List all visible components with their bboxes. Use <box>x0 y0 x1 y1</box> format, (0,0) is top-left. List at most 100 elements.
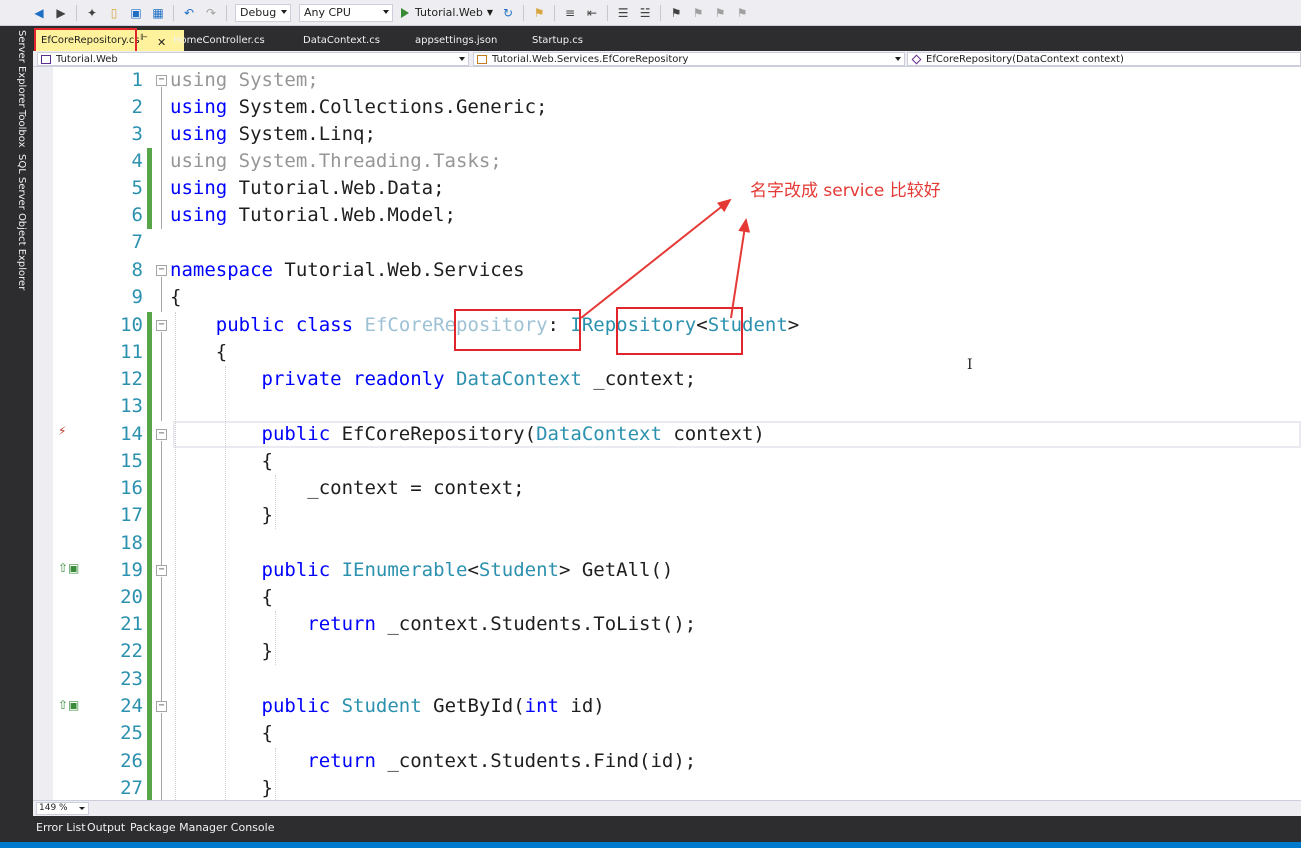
toolbar-separator <box>173 4 174 21</box>
uncomment-icon[interactable]: ☱ <box>637 5 653 21</box>
collapse-icon[interactable]: − <box>156 429 167 440</box>
line-number: 18 <box>120 532 143 554</box>
implements-interface-icon[interactable]: ⇧▣ <box>58 698 80 714</box>
platform-dropdown[interactable]: Any CPU <box>299 3 393 22</box>
run-button[interactable]: Tutorial.Web ▼ <box>401 6 493 19</box>
pin-icon[interactable]: ⊩ <box>140 33 148 43</box>
zoom-value: 149 % <box>39 803 68 813</box>
implements-interface-icon[interactable]: ⇧▣ <box>58 561 80 577</box>
type-value: Tutorial.Web.Services.EfCoreRepository <box>492 53 689 65</box>
code-line: { <box>170 586 273 608</box>
code-line: public EfCoreRepository(DataContext cont… <box>261 423 765 445</box>
clear-bookmarks-icon[interactable]: ⚑ <box>734 5 750 21</box>
collapse-icon[interactable]: − <box>156 265 167 276</box>
back-icon[interactable]: ◀ <box>31 5 47 21</box>
text-cursor-icon: I <box>967 357 973 373</box>
configuration-dropdown[interactable]: Debug <box>235 3 291 22</box>
line-number: 22 <box>120 640 143 662</box>
refresh-icon[interactable]: ↻ <box>500 5 516 21</box>
toolbar-separator <box>76 4 77 21</box>
save-icon[interactable]: ▣ <box>128 5 144 21</box>
code-line: } <box>170 777 273 799</box>
chevron-down-icon <box>895 57 901 61</box>
member-dropdown[interactable]: EfCoreRepository(DataContext context) <box>907 52 1301 66</box>
line-number: 12 <box>120 368 143 390</box>
line-number: 6 <box>131 204 143 226</box>
collapse-icon[interactable]: − <box>156 320 167 331</box>
server-explorer-tab[interactable]: Server Explorer <box>16 30 27 108</box>
project-dropdown[interactable]: Tutorial.Web <box>37 52 469 66</box>
project-value: Tutorial.Web <box>56 53 118 65</box>
save-all-icon[interactable]: ▦ <box>150 5 166 21</box>
comment-icon[interactable]: ☰ <box>615 5 631 21</box>
line-number: 10 <box>120 314 143 336</box>
member-value: EfCoreRepository(DataContext context) <box>926 53 1124 65</box>
tab-error-list[interactable]: Error List <box>36 821 86 834</box>
code-line: public Student GetById(int id) <box>261 695 605 717</box>
tab-datacontext[interactable]: DataContext.cs <box>297 30 386 51</box>
tab-appsettings[interactable]: appsettings.json <box>409 30 503 51</box>
annotation-note: 名字改成 service 比较好 <box>750 181 941 201</box>
tab-homecontroller[interactable]: HomeController.cs <box>167 30 271 51</box>
tab-startup[interactable]: Startup.cs <box>526 30 589 51</box>
fold-guide <box>161 577 162 701</box>
chevron-down-icon <box>459 57 465 61</box>
toolbox-tab[interactable]: Toolbox <box>16 110 27 148</box>
line-number: 17 <box>120 504 143 526</box>
collapse-icon[interactable]: − <box>156 701 167 712</box>
platform-value: Any CPU <box>304 6 351 19</box>
line-number: 1 <box>131 69 143 91</box>
configuration-value: Debug <box>240 6 277 19</box>
code-line: return _context.Students.ToList(); <box>307 613 697 635</box>
line-number: 27 <box>120 777 143 799</box>
quick-actions-lightbulb-icon[interactable]: ⚡ <box>58 424 80 440</box>
code-line: { <box>170 341 228 363</box>
prev-bookmark-icon[interactable]: ⚑ <box>690 5 706 21</box>
line-number: 23 <box>120 668 143 690</box>
collapse-icon[interactable]: − <box>156 565 167 576</box>
line-number: 2 <box>131 96 143 118</box>
line-number: 25 <box>120 722 143 744</box>
toolbar-separator <box>226 4 227 21</box>
code-editor[interactable]: 1 2 3 4 5 6 7 8 9 10 11 12 13 14 15 16 1… <box>33 67 1301 800</box>
line-number: 24 <box>120 695 143 717</box>
align-icon[interactable]: ≡ <box>562 5 578 21</box>
line-number: 14 <box>120 423 143 445</box>
code-line: { <box>170 450 273 472</box>
line-number: 4 <box>131 150 143 172</box>
redo-icon[interactable]: ↷ <box>203 5 219 21</box>
line-number: 16 <box>120 477 143 499</box>
line-number: 15 <box>120 450 143 472</box>
class-icon <box>477 55 487 64</box>
new-project-icon[interactable]: ✦ <box>84 5 100 21</box>
document-tab-strip: EfCoreRepository.cs ✕ ⊩ HomeController.c… <box>33 26 1301 51</box>
line-number: 5 <box>131 177 143 199</box>
undo-icon[interactable]: ↶ <box>181 5 197 21</box>
code-line: _context = context; <box>170 477 525 499</box>
tab-label: appsettings.json <box>415 35 498 46</box>
bookmark-icon[interactable]: ⚑ <box>668 5 684 21</box>
next-bookmark-icon[interactable]: ⚑ <box>712 5 728 21</box>
tab-package-manager-console[interactable]: Package Manager Console <box>130 821 274 834</box>
active-tab-highlight-box <box>34 28 137 53</box>
find-icon[interactable]: ⚑ <box>531 5 547 21</box>
type-dropdown[interactable]: Tutorial.Web.Services.EfCoreRepository <box>473 52 905 66</box>
forward-icon[interactable]: ▶ <box>53 5 69 21</box>
toolbar-separator <box>554 4 556 21</box>
close-icon[interactable]: ✕ <box>157 36 166 49</box>
csharp-project-icon <box>41 55 51 64</box>
change-indicator <box>147 312 152 800</box>
toolbar-separator <box>607 4 609 21</box>
collapse-icon[interactable]: − <box>156 75 167 86</box>
line-number: 11 <box>120 341 143 363</box>
sql-server-object-explorer-tab[interactable]: SQL Server Object Explorer <box>16 154 27 290</box>
editor-footer: 149 % <box>33 800 1301 816</box>
class-name-highlight-box <box>454 309 581 351</box>
indent-icon[interactable]: ⇤ <box>584 5 600 21</box>
tab-output[interactable]: Output <box>87 821 125 834</box>
zoom-dropdown[interactable]: 149 % <box>36 802 89 815</box>
open-folder-icon[interactable]: ▯ <box>106 5 122 21</box>
fold-guide <box>161 332 162 421</box>
chevron-down-icon <box>79 807 85 810</box>
toolbar-separator <box>523 4 525 21</box>
